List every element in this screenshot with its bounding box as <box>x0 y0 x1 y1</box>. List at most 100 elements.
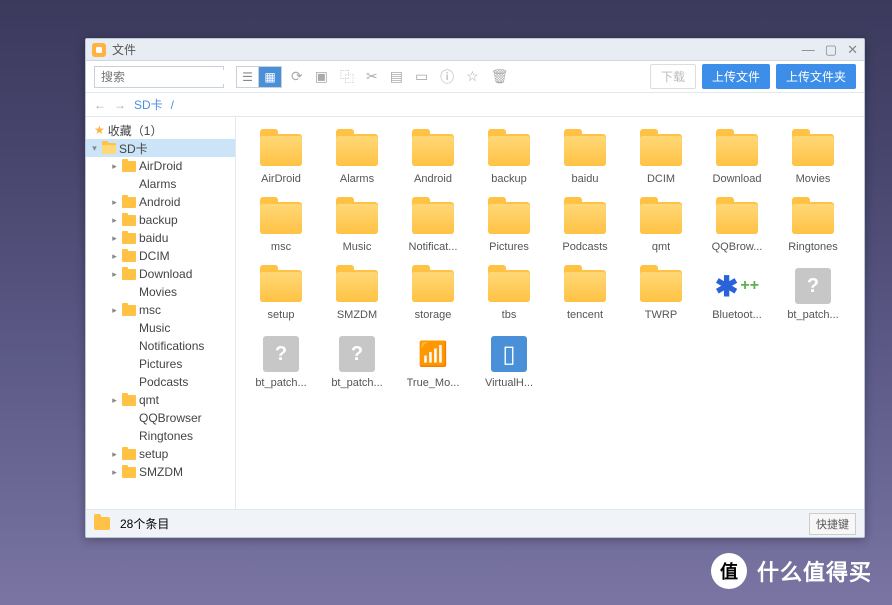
upload-folder-button[interactable]: 上传文件夹 <box>776 64 856 89</box>
expand-icon[interactable]: ▸ <box>110 161 119 172</box>
expand-icon[interactable]: ▸ <box>110 467 119 478</box>
forward-icon[interactable]: → <box>114 98 126 112</box>
file-name: bt_patch... <box>787 309 838 321</box>
bluetooth-icon: ✱++ <box>715 270 759 303</box>
file-item[interactable]: DCIM <box>626 133 696 185</box>
file-item[interactable]: Alarms <box>322 133 392 185</box>
file-item[interactable]: setup <box>246 269 316 321</box>
folder-icon <box>640 270 682 302</box>
sidebar-item[interactable]: ▸setup <box>86 445 235 463</box>
file-item[interactable]: Download <box>702 133 772 185</box>
file-item[interactable]: storage <box>398 269 468 321</box>
file-item[interactable]: Ringtones <box>778 201 848 253</box>
grid-view-icon[interactable]: ▦ <box>259 67 281 87</box>
file-item[interactable]: ✱++Bluetoot... <box>702 269 772 321</box>
sidebar-item[interactable]: Movies <box>86 283 235 301</box>
file-item[interactable]: Podcasts <box>550 201 620 253</box>
file-item[interactable]: TWRP <box>626 269 696 321</box>
copy-icon[interactable]: ⿻ <box>337 67 357 87</box>
file-item[interactable]: ▯ VirtualH... <box>474 337 544 389</box>
upload-file-button[interactable]: 上传文件 <box>702 64 770 89</box>
file-grid: AirDroidAlarmsAndroid backup baiduDCIMDown… <box>246 133 854 389</box>
image-icon: 📶 <box>415 336 451 372</box>
delete-icon[interactable]: 🗑 <box>488 68 512 85</box>
file-item[interactable]: 📶True_Mo... <box>398 337 468 389</box>
expand-icon[interactable]: ▸ <box>110 395 119 406</box>
refresh-icon[interactable]: ⟳ <box>288 68 306 85</box>
file-item[interactable]: ?bt_patch... <box>778 269 848 321</box>
maximize-icon[interactable]: ▢ <box>825 42 837 58</box>
sidebar-item[interactable]: ▸backup <box>86 211 235 229</box>
expand-icon[interactable]: ▸ <box>110 233 119 244</box>
close-icon[interactable]: ✕ <box>847 42 858 58</box>
expand-icon[interactable]: ▸ <box>110 215 119 226</box>
folder-icon <box>488 134 530 166</box>
sidebar-item[interactable]: Pictures <box>86 355 235 373</box>
sidebar-item[interactable]: Podcasts <box>86 373 235 391</box>
file-item[interactable]: Movies <box>778 133 848 185</box>
collapse-icon[interactable]: ▾ <box>90 143 99 154</box>
sidebar-item[interactable]: ▸baidu <box>86 229 235 247</box>
file-item[interactable]: SMZDM <box>322 269 392 321</box>
expand-icon[interactable]: ▸ <box>110 449 119 460</box>
sidebar-item[interactable]: ▸SMZDM <box>86 463 235 481</box>
file-item[interactable]: Android <box>398 133 468 185</box>
expand-icon[interactable]: ▸ <box>110 269 119 280</box>
expand-icon[interactable]: ▸ <box>110 305 119 316</box>
file-name: setup <box>268 309 295 321</box>
minimize-icon[interactable]: — <box>802 42 815 58</box>
file-item[interactable]: Music <box>322 201 392 253</box>
file-item[interactable]: ?bt_patch... <box>322 337 392 389</box>
search-box[interactable]: 🔍 <box>94 66 224 88</box>
sidebar-item[interactable]: QQBrowser <box>86 409 235 427</box>
back-icon[interactable]: ← <box>94 98 106 112</box>
file-item[interactable]: backup <box>474 133 544 185</box>
folder-icon <box>102 143 116 154</box>
sidebar-favorites[interactable]: ★收藏（1） <box>86 121 235 139</box>
sidebar-item[interactable]: Ringtones <box>86 427 235 445</box>
image-icon: ▯ <box>491 336 527 372</box>
expand-icon[interactable]: ▸ <box>110 197 119 208</box>
file-name: bt_patch... <box>331 377 382 389</box>
file-item[interactable]: AirDroid <box>246 133 316 185</box>
sidebar-item[interactable]: ▸AirDroid <box>86 157 235 175</box>
rename-icon[interactable]: ▭ <box>412 68 431 85</box>
watermark: 值 什么值得买 <box>711 553 872 589</box>
file-item[interactable]: Pictures <box>474 201 544 253</box>
file-item[interactable]: Notificat... <box>398 201 468 253</box>
sidebar-item[interactable]: Notifications <box>86 337 235 355</box>
paste-icon[interactable]: ▤ <box>387 68 406 85</box>
download-button[interactable]: 下载 <box>650 64 696 89</box>
file-name: VirtualH... <box>485 377 533 389</box>
folder-icon <box>716 202 758 234</box>
file-item[interactable]: ?bt_patch... <box>246 337 316 389</box>
expand-icon[interactable]: ▸ <box>110 251 119 262</box>
sidebar-item[interactable]: ▸Download <box>86 265 235 283</box>
folder-icon <box>94 517 110 530</box>
file-item[interactable]: msc <box>246 201 316 253</box>
sidebar-item[interactable]: ▸DCIM <box>86 247 235 265</box>
hotkey-button[interactable]: 快捷键 <box>809 513 856 535</box>
sidebar-item[interactable]: ▸qmt <box>86 391 235 409</box>
sidebar-item[interactable]: Music <box>86 319 235 337</box>
file-item[interactable]: baidu <box>550 133 620 185</box>
file-item[interactable]: qmt <box>626 201 696 253</box>
toolbar: 🔍 ☰ ▦ ⟳ ▣ ⿻ ✂ ▤ ▭ ⓘ ☆ 🗑 下载 上传文件 上传文件夹 <box>86 61 864 93</box>
file-item[interactable]: QQBrow... <box>702 201 772 253</box>
new-folder-icon[interactable]: ▣ <box>312 68 331 85</box>
star-icon[interactable]: ☆ <box>463 68 482 85</box>
info-icon[interactable]: ⓘ <box>437 67 457 87</box>
sidebar-item[interactable]: ▸msc <box>86 301 235 319</box>
cut-icon[interactable]: ✂ <box>363 68 381 85</box>
file-name: backup <box>491 173 526 185</box>
file-item[interactable]: tencent <box>550 269 620 321</box>
file-name: SMZDM <box>337 309 377 321</box>
file-item[interactable]: tbs <box>474 269 544 321</box>
folder-icon <box>122 395 136 406</box>
sidebar-item[interactable]: ▸Android <box>86 193 235 211</box>
sidebar-root[interactable]: ▾SD卡 <box>86 139 235 157</box>
list-view-icon[interactable]: ☰ <box>237 67 259 87</box>
breadcrumb-root[interactable]: SD卡 <box>134 96 163 113</box>
file-name: tencent <box>567 309 603 321</box>
sidebar-item[interactable]: Alarms <box>86 175 235 193</box>
